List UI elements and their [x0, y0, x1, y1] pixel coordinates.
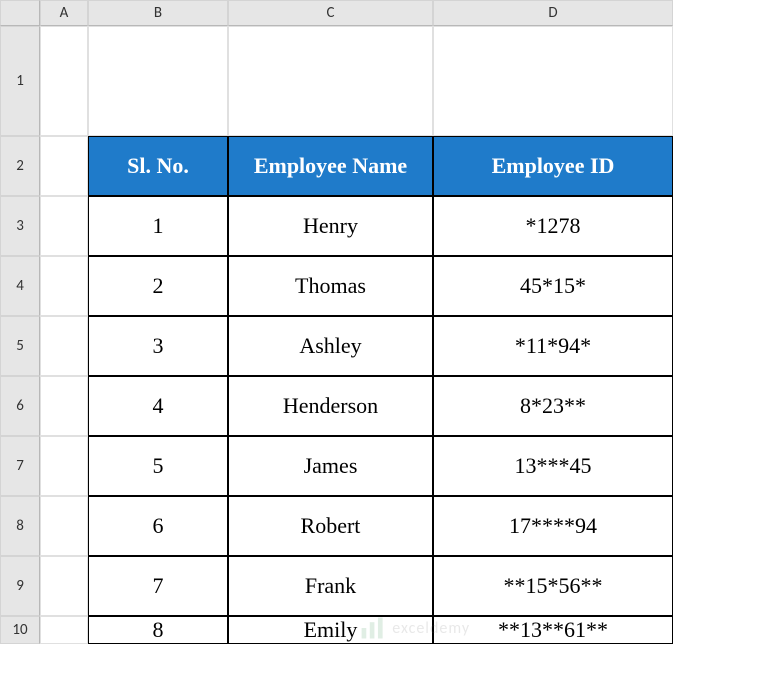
- table-row[interactable]: 13***45: [433, 436, 673, 496]
- row-header-8[interactable]: 8: [0, 496, 40, 556]
- table-row[interactable]: **15*56**: [433, 556, 673, 616]
- table-row[interactable]: Ashley: [228, 316, 433, 376]
- table-row[interactable]: Thomas: [228, 256, 433, 316]
- row-header-5[interactable]: 5: [0, 316, 40, 376]
- table-row[interactable]: 1: [88, 196, 228, 256]
- row-header-7[interactable]: 7: [0, 436, 40, 496]
- col-header-b[interactable]: B: [88, 0, 228, 26]
- cell-a2[interactable]: [40, 136, 88, 196]
- cell-c1[interactable]: [228, 26, 433, 136]
- row-header-10[interactable]: 10: [0, 616, 40, 644]
- table-row[interactable]: Robert: [228, 496, 433, 556]
- cell-a5[interactable]: [40, 316, 88, 376]
- table-row[interactable]: 2: [88, 256, 228, 316]
- cell-a4[interactable]: [40, 256, 88, 316]
- table-row[interactable]: 7: [88, 556, 228, 616]
- table-row[interactable]: 6: [88, 496, 228, 556]
- row-header-2[interactable]: 2: [0, 136, 40, 196]
- select-all-corner[interactable]: [0, 0, 40, 26]
- cell-a3[interactable]: [40, 196, 88, 256]
- col-header-c[interactable]: C: [228, 0, 433, 26]
- table-row[interactable]: 17****94: [433, 496, 673, 556]
- row-header-1[interactable]: 1: [0, 26, 40, 136]
- cell-a1[interactable]: [40, 26, 88, 136]
- col-header-a[interactable]: A: [40, 0, 88, 26]
- header-emp-name[interactable]: Employee Name: [228, 136, 433, 196]
- table-row[interactable]: Emily: [228, 616, 433, 644]
- table-row[interactable]: 4: [88, 376, 228, 436]
- table-row[interactable]: *11*94*: [433, 316, 673, 376]
- cell-a7[interactable]: [40, 436, 88, 496]
- table-row[interactable]: 45*15*: [433, 256, 673, 316]
- table-row[interactable]: Henry: [228, 196, 433, 256]
- table-row[interactable]: 8: [88, 616, 228, 644]
- table-row[interactable]: *1278: [433, 196, 673, 256]
- cell-a10[interactable]: [40, 616, 88, 644]
- row-header-3[interactable]: 3: [0, 196, 40, 256]
- table-row[interactable]: **13**61**: [433, 616, 673, 644]
- col-header-d[interactable]: D: [433, 0, 673, 26]
- row-header-9[interactable]: 9: [0, 556, 40, 616]
- row-header-6[interactable]: 6: [0, 376, 40, 436]
- table-row[interactable]: 5: [88, 436, 228, 496]
- spreadsheet-grid: A B C D 1 2 Sl. No. Employee Name Employ…: [0, 0, 767, 644]
- cell-a8[interactable]: [40, 496, 88, 556]
- table-row[interactable]: Henderson: [228, 376, 433, 436]
- cell-b1[interactable]: [88, 26, 228, 136]
- cell-a9[interactable]: [40, 556, 88, 616]
- table-row[interactable]: 3: [88, 316, 228, 376]
- table-row[interactable]: James: [228, 436, 433, 496]
- row-header-4[interactable]: 4: [0, 256, 40, 316]
- cell-d1[interactable]: [433, 26, 673, 136]
- table-row[interactable]: Frank: [228, 556, 433, 616]
- header-emp-id[interactable]: Employee ID: [433, 136, 673, 196]
- cell-a6[interactable]: [40, 376, 88, 436]
- header-sl-no[interactable]: Sl. No.: [88, 136, 228, 196]
- table-row[interactable]: 8*23**: [433, 376, 673, 436]
